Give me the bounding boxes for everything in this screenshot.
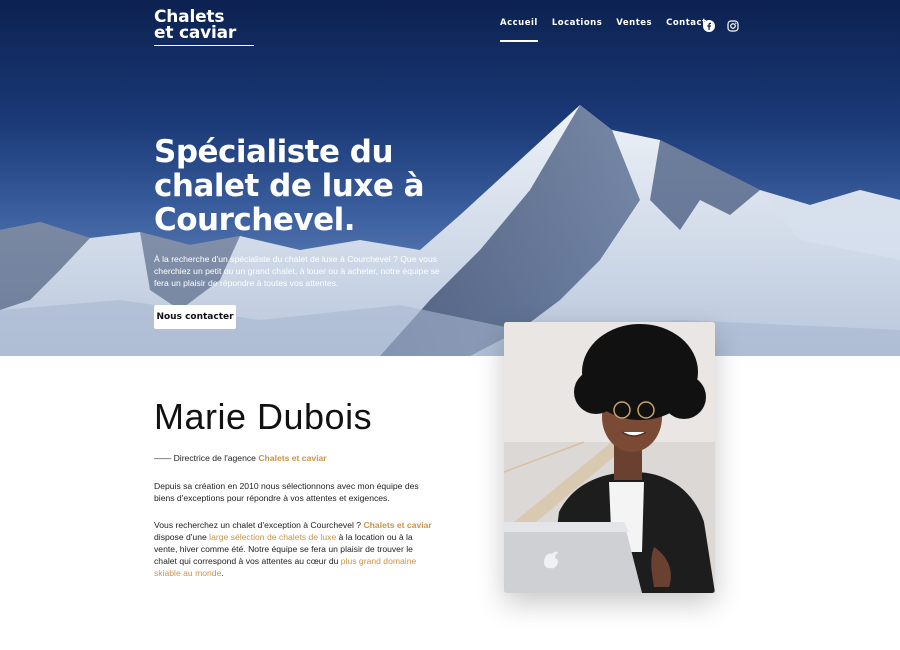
logo-line-2: et caviar [154, 23, 237, 43]
social-links [703, 17, 739, 32]
role-prefix: —— Directrice de l'agence [154, 453, 259, 463]
large-selection-link[interactable]: large sélection de chalets de luxe [209, 532, 336, 542]
contact-button[interactable]: Nous contacter [154, 305, 236, 329]
profile-name: Marie Dubois [154, 396, 373, 437]
hero-title-line-1: Spécialiste du [154, 134, 394, 170]
nav-link-contact[interactable]: Contact [666, 18, 707, 28]
nav-link-accueil[interactable]: Accueil [500, 18, 538, 42]
hero-title-line-3: Courchevel. [154, 202, 356, 238]
site-logo[interactable]: Chalets et caviar [154, 9, 254, 46]
logo-underline [154, 45, 254, 46]
main-navigation: Accueil Locations Ventes Contact [500, 18, 707, 42]
intro-paragraph: Depuis sa création en 2010 nous sélectio… [154, 481, 419, 503]
details-text-1: Vous recherchez un chalet d'exception à … [154, 520, 364, 530]
woman-laptop-illustration [504, 322, 715, 593]
portrait-photo [504, 322, 715, 593]
nav-link-ventes[interactable]: Ventes [616, 18, 652, 28]
details-text-2: dispose d'une [154, 532, 210, 542]
instagram-icon[interactable] [727, 17, 739, 32]
profile-role: —— Directrice de l'agence Chalets et cav… [154, 453, 327, 463]
details-text-4: . [221, 568, 224, 578]
hero-title-line-2: chalet de luxe à [154, 168, 425, 204]
details-brand-name: Chalets et caviar [363, 520, 432, 530]
hero-section: Chalets et caviar Accueil Locations Vent… [0, 0, 900, 356]
facebook-icon[interactable] [703, 17, 715, 32]
hero-title: Spécialiste du chalet de luxe à Courchev… [154, 135, 454, 237]
role-agency-name: Chalets et caviar [258, 453, 327, 463]
details-paragraph: Vous recherchez un chalet d'exception à … [154, 519, 438, 579]
hero-description: À la recherche d'un spécialiste du chale… [154, 254, 440, 288]
nav-link-locations[interactable]: Locations [552, 18, 602, 28]
